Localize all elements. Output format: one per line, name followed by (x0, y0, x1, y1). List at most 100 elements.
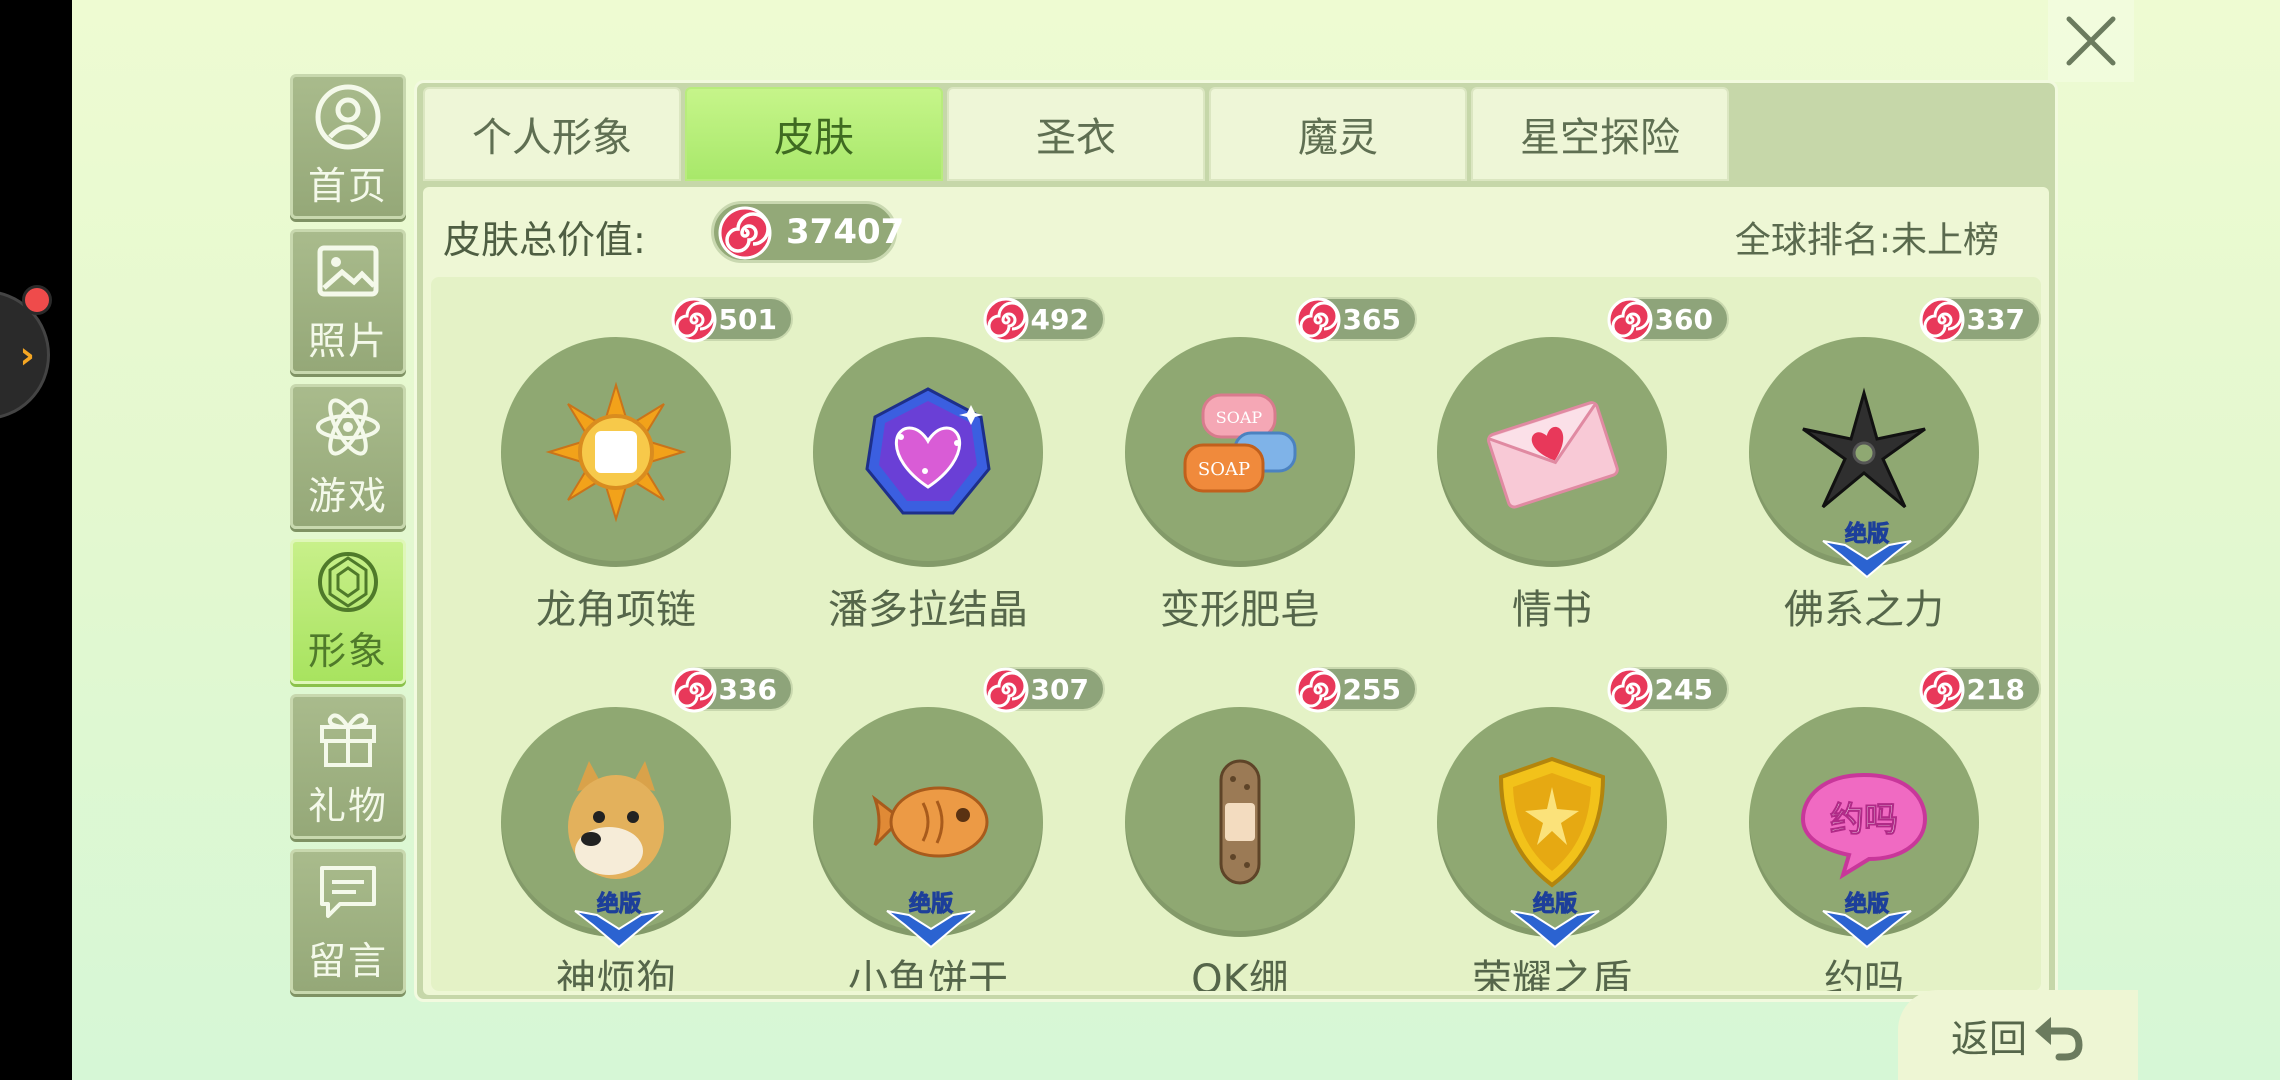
skin-item[interactable]: 绝版 336 神烦狗 (451, 667, 793, 991)
total-value: 37407 (786, 212, 905, 252)
value-number: 337 (1966, 302, 2025, 336)
sidebar: 首页 照片 游戏 形象 礼物 留言 (290, 74, 408, 1004)
candy-icon (718, 206, 772, 260)
doge-icon (568, 761, 664, 879)
candy-icon (671, 667, 717, 713)
atom-icon (316, 398, 380, 456)
limited-edition-badge: 绝版 (1822, 521, 1912, 579)
skin-item[interactable]: 501 龙角项链 (451, 297, 793, 667)
skin-item[interactable]: 255 OK绷 (1075, 667, 1417, 991)
value-number: 218 (1966, 672, 2025, 706)
skin-item[interactable]: 绝版 337 佛系之力 (1699, 297, 2041, 667)
tab-holy-armor[interactable]: 圣衣 (947, 87, 1205, 181)
sidebar-item-label: 游戏 (307, 474, 388, 518)
fish-cookie-icon (871, 786, 989, 858)
close-button[interactable] (2048, 0, 2134, 82)
main-panel: 个人形象 皮肤 圣衣 魔灵 星空探险 皮肤总价值: 37407 全球排名:未上榜 (414, 80, 2058, 1002)
limited-edition-badge: 绝版 (886, 891, 976, 949)
back-label: 返回 (1950, 1016, 2027, 1061)
sidebar-item-label: 礼物 (307, 784, 388, 828)
gem-icon (318, 552, 378, 612)
soap-icon: SOAP SOAP (1183, 393, 1297, 493)
skins-content: 皮肤总价值: 37407 全球排名:未上榜 501 龙角项链 492 潘多拉结晶… (423, 187, 2049, 995)
chevron-right-icon: › (19, 333, 35, 377)
soap-stamp: SOAP (1216, 408, 1263, 427)
back-button[interactable]: 返回 (1898, 990, 2138, 1080)
chat-bubble-icon: 约吗 (1800, 772, 1928, 880)
skin-icon-button[interactable] (813, 337, 1043, 567)
tab-personal-image[interactable]: 个人形象 (423, 87, 681, 181)
sidebar-item-games[interactable]: 游戏 (290, 384, 406, 529)
skin-icon-button[interactable] (501, 337, 731, 567)
summary-bar: 皮肤总价值: 37407 全球排名:未上榜 (443, 199, 2033, 269)
skin-name: 潘多拉结晶 (828, 587, 1028, 633)
gold-shield-icon (1498, 756, 1606, 888)
skin-name: 神烦狗 (556, 957, 676, 991)
tab-spirits[interactable]: 魔灵 (1209, 87, 1467, 181)
skin-name: 小鱼饼干 (848, 957, 1008, 991)
close-icon (2066, 16, 2116, 66)
skin-name: OK绷 (1191, 957, 1289, 991)
limited-label: 绝版 (909, 891, 953, 917)
sidebar-item-label: 照片 (307, 319, 388, 363)
skin-icon-button[interactable] (1125, 707, 1355, 937)
gift-icon (320, 713, 376, 767)
value-badge: 337 (1919, 297, 2041, 343)
candy-icon (983, 667, 1029, 713)
bandage-icon (1219, 759, 1261, 885)
limited-label: 绝版 (597, 891, 641, 917)
screen-edge (0, 0, 72, 1080)
candy-icon (1295, 667, 1341, 713)
sidebar-item-messages[interactable]: 留言 (290, 849, 406, 994)
soap-stamp: SOAP (1198, 459, 1250, 480)
sidebar-item-gifts[interactable]: 礼物 (290, 694, 406, 839)
sidebar-item-label: 首页 (307, 164, 388, 208)
candy-icon (1607, 667, 1653, 713)
candy-icon (983, 297, 1029, 343)
candy-icon (671, 297, 717, 343)
tab-skins[interactable]: 皮肤 (685, 87, 943, 181)
chat-bubble-text: 约吗 (1830, 800, 1898, 840)
limited-edition-badge: 绝版 (1510, 891, 1600, 949)
skin-item[interactable]: 绝版 245 荣耀之盾 (1387, 667, 1729, 991)
limited-edition-badge: 绝版 (574, 891, 664, 949)
candy-icon (1919, 297, 1965, 343)
sidebar-item-label: 留言 (307, 939, 388, 983)
total-value-label: 皮肤总价值: (443, 218, 646, 262)
shuriken-icon (1802, 387, 1926, 509)
message-icon (320, 866, 376, 918)
skin-name: 龙角项链 (536, 587, 696, 633)
skin-item[interactable]: SOAP SOAP 365 变形肥皂 (1075, 297, 1417, 667)
limited-edition-badge: 绝版 (1822, 891, 1912, 949)
skin-item[interactable]: 约吗 绝版 218 约吗 (1699, 667, 2041, 991)
sidebar-item-photos[interactable]: 照片 (290, 229, 406, 374)
skin-item[interactable]: 492 潘多拉结晶 (763, 297, 1105, 667)
skin-item[interactable]: 360 情书 (1387, 297, 1729, 667)
candy-icon (1295, 297, 1341, 343)
skin-grid: 501 龙角项链 492 潘多拉结晶 SOAP SOAP 365 变形肥皂 36… (431, 277, 2041, 991)
skin-name: 佛系之力 (1784, 587, 1944, 633)
tab-star-exploration[interactable]: 星空探险 (1471, 87, 1729, 181)
candy-icon (1607, 297, 1653, 343)
photo-icon (317, 245, 379, 297)
global-rank: 全球排名:未上榜 (1734, 220, 1999, 261)
sun-necklace-icon (545, 381, 687, 523)
crystal-heart-icon (865, 387, 991, 515)
sidebar-item-home[interactable]: 首页 (290, 74, 406, 219)
value-badge: 218 (1919, 667, 2041, 713)
limited-label: 绝版 (1845, 891, 1889, 917)
skin-icon-button[interactable]: SOAP SOAP (1125, 337, 1355, 567)
sidebar-item-appearance[interactable]: 形象 (290, 539, 406, 684)
total-value-pill: 37407 (711, 201, 904, 263)
skin-icon-button[interactable] (1437, 337, 1667, 567)
skin-name: 变形肥皂 (1160, 587, 1320, 633)
skin-item[interactable]: 绝版 307 小鱼饼干 (763, 667, 1105, 991)
skin-name: 约吗 (1824, 957, 1904, 991)
skin-name: 情书 (1512, 587, 1592, 633)
tab-bar: 个人形象 皮肤 圣衣 魔灵 星空探险 (423, 87, 1733, 181)
notification-dot (22, 285, 52, 315)
limited-label: 绝版 (1845, 521, 1889, 547)
love-letter-icon (1487, 401, 1619, 509)
sidebar-item-label: 形象 (307, 629, 388, 673)
return-arrow-icon (2035, 1017, 2083, 1061)
